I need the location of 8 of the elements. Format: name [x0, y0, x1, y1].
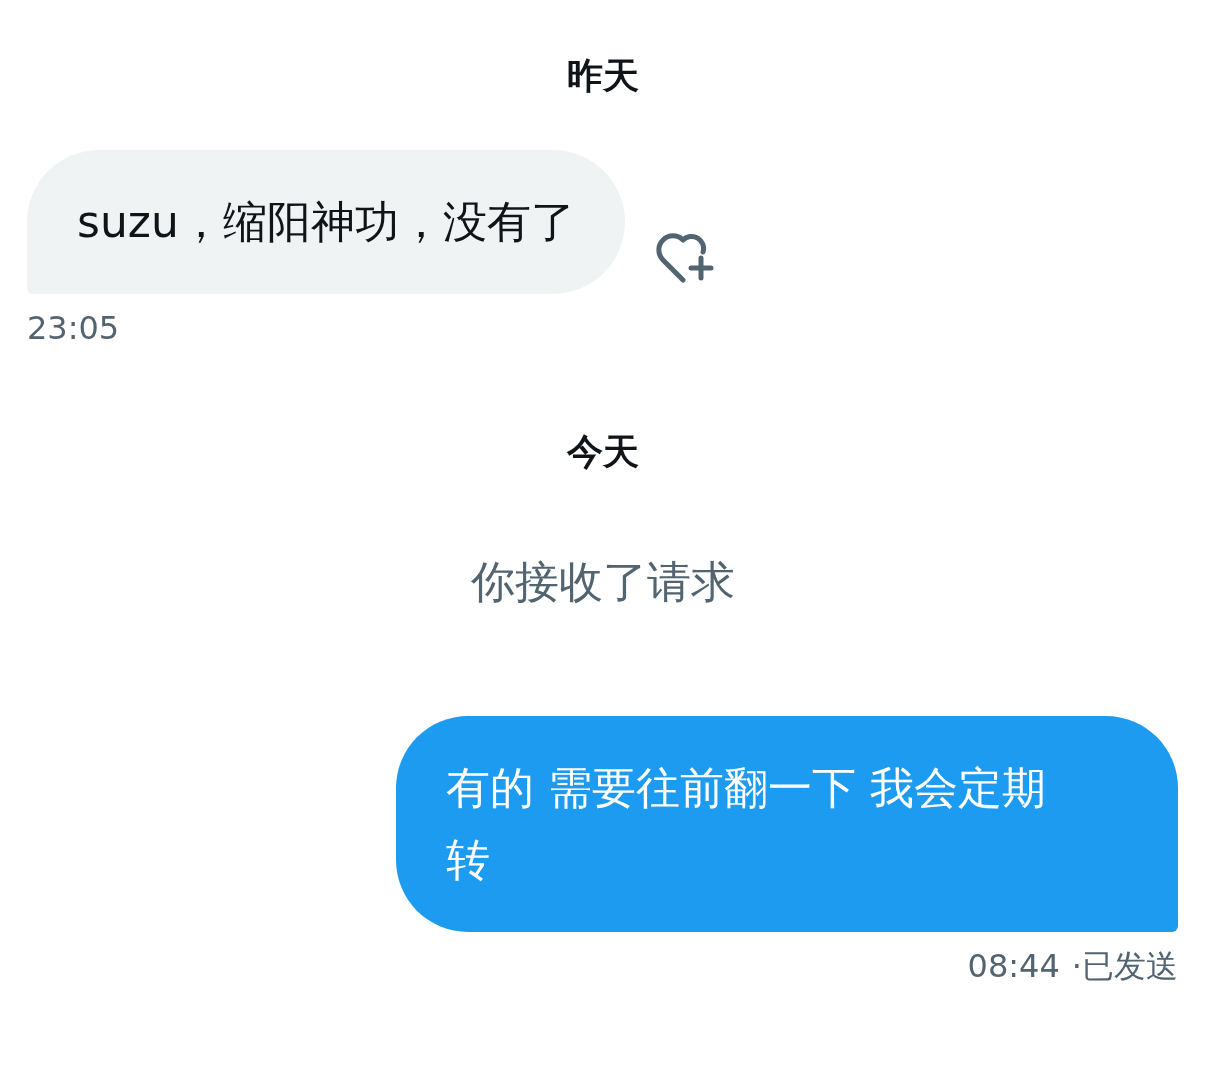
message-bubble: 有的 需要往前翻一下 我会定期转 [396, 716, 1178, 932]
message-bubble: suzu，缩阳神功，没有了 [27, 150, 625, 294]
date-header: 今天 [565, 430, 640, 474]
message-time: 08:44 [967, 946, 1060, 987]
system-message: 你接收了请求 [469, 555, 736, 609]
date-header: 昨天 [565, 54, 640, 98]
message-time: 23:05 [27, 308, 120, 349]
message-status: ·已发送 [1071, 946, 1178, 987]
